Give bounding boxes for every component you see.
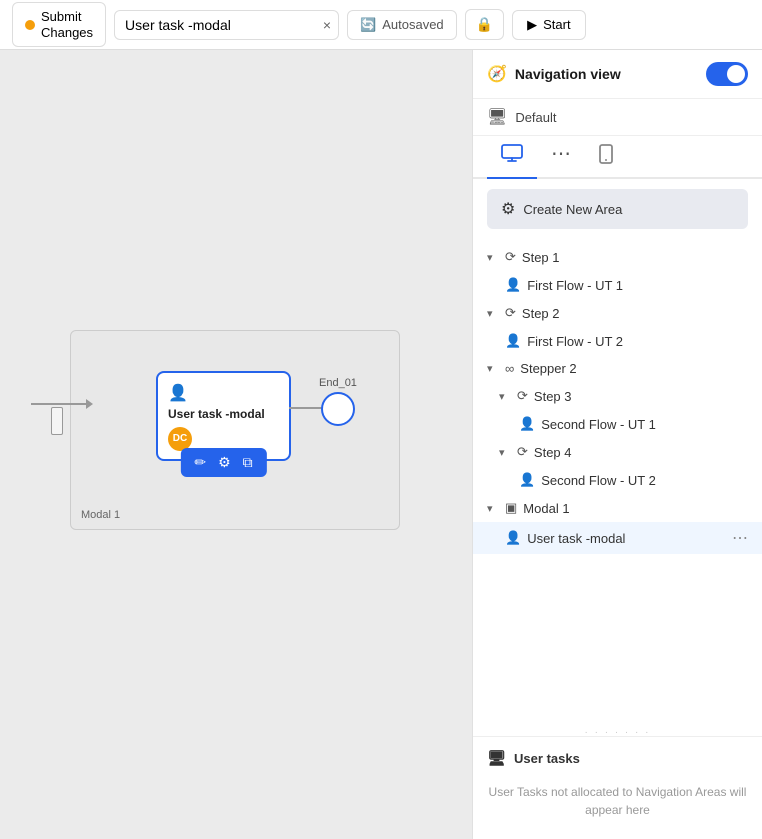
chevron-icon: ▾	[499, 446, 511, 459]
nav-tree: ▾ ⟳ Step 1 👤 First Flow - UT 1 ▾ ⟳ Step …	[473, 239, 762, 728]
tree-item-modal1[interactable]: ▾ ▣ Modal 1	[473, 494, 762, 522]
modal-label: Modal 1	[81, 509, 120, 521]
task-node[interactable]: 👤 User task -modal DC ✏ ⚙ ⧉	[156, 371, 291, 461]
modal-icon: ▣	[505, 500, 517, 516]
left-connector	[51, 407, 71, 435]
arrow-left	[31, 399, 93, 409]
step-icon: ⟳	[517, 388, 528, 404]
tree-item-step3[interactable]: ▾ ⟳ Step 3	[473, 382, 762, 410]
tree-item-flow-ut1[interactable]: 👤 First Flow - UT 1	[473, 271, 762, 299]
user-tasks-section: 🖥 User tasks User Tasks not allocated to…	[473, 736, 762, 839]
item-label: First Flow - UT 2	[527, 334, 748, 349]
item-label: Step 2	[522, 306, 748, 321]
stepper-icon: ∞	[505, 361, 514, 376]
user-icon: 👤	[505, 277, 521, 293]
user-icon: 👤	[505, 333, 521, 349]
right-panel: 🧭 Navigation view 🖥 Default ⋯ ⚙ Crea	[472, 50, 762, 839]
connector-rect	[51, 407, 63, 435]
view-tabs: ⋯	[473, 136, 762, 179]
user-tasks-label: User tasks	[514, 751, 580, 766]
start-play-icon: ▶	[527, 17, 537, 33]
tab-mobile[interactable]	[585, 136, 627, 179]
task-node-toolbar: ✏ ⚙ ⧉	[180, 448, 266, 477]
main-area: Modal 1 👤 User task -modal DC	[0, 50, 762, 839]
start-button[interactable]: ▶ Start	[512, 10, 585, 40]
user-icon: 👤	[505, 530, 521, 546]
autosaved-button[interactable]: 🔄 Autosaved	[347, 10, 457, 40]
tree-item-flow-ut2[interactable]: 👤 First Flow - UT 2	[473, 327, 762, 355]
chevron-icon: ▾	[487, 502, 499, 515]
item-label: Step 1	[522, 250, 748, 265]
modal-bounding-box: Modal 1 👤 User task -modal DC	[70, 330, 400, 530]
user-tasks-empty: User Tasks not allocated to Navigation A…	[487, 775, 748, 827]
step-icon: ⟳	[505, 305, 516, 321]
diagram-container: Modal 1 👤 User task -modal DC	[20, 110, 462, 819]
more-icon[interactable]: ⋯	[732, 528, 748, 548]
autosave-icon: 🔄	[360, 17, 376, 33]
nav-view-icon: 🧭	[487, 64, 507, 84]
default-label: Default	[515, 110, 556, 125]
edit-task-button[interactable]: ✏	[188, 452, 212, 473]
tree-item-stepper2[interactable]: ▾ ∞ Stepper 2	[473, 355, 762, 382]
task-node-header: 👤	[168, 383, 279, 403]
tree-item-user-task-modal[interactable]: 👤 User task -modal ⋯	[473, 522, 762, 554]
submit-dot	[25, 20, 35, 30]
item-label: Step 3	[534, 389, 748, 404]
submit-label: Submit Changes	[41, 9, 93, 40]
tree-item-second-flow-ut1[interactable]: 👤 Second Flow - UT 1	[473, 410, 762, 438]
step-icon: ⟳	[505, 249, 516, 265]
tree-item-step4[interactable]: ▾ ⟳ Step 4	[473, 438, 762, 466]
autosaved-label: Autosaved	[382, 17, 443, 32]
toolbar: Submit Changes × 🔄 Autosaved 🔒 ▶ Start	[0, 0, 762, 50]
nav-toggle-switch[interactable]	[706, 62, 748, 86]
title-input[interactable]	[114, 10, 339, 40]
item-label: Second Flow - UT 2	[541, 473, 748, 488]
tab-more[interactable]: ⋯	[537, 136, 585, 179]
item-label: First Flow - UT 1	[527, 278, 748, 293]
panel-title: Navigation view	[515, 66, 621, 82]
title-wrapper: ×	[114, 10, 339, 40]
user-task-icon: 👤	[168, 383, 188, 403]
drag-separator[interactable]: · · · · · · ·	[473, 728, 762, 736]
item-label: Step 4	[534, 445, 748, 460]
end-node: End_01	[319, 377, 357, 426]
step-icon: ⟳	[517, 444, 528, 460]
user-icon: 👤	[519, 472, 535, 488]
chevron-icon: ▾	[487, 251, 499, 264]
clear-title-button[interactable]: ×	[323, 18, 331, 32]
tree-item-step2[interactable]: ▾ ⟳ Step 2	[473, 299, 762, 327]
user-tasks-header: 🖥 User tasks	[487, 749, 748, 767]
item-label: User task -modal	[527, 531, 726, 546]
item-label: Stepper 2	[520, 361, 748, 376]
item-label: Second Flow - UT 1	[541, 417, 748, 432]
tab-desktop[interactable]	[487, 136, 537, 179]
default-row: 🖥 Default	[473, 99, 762, 136]
create-area-button[interactable]: ⚙ Create New Area	[487, 189, 748, 229]
lock-button[interactable]: 🔒	[465, 9, 504, 40]
create-area-label: Create New Area	[523, 202, 622, 217]
chevron-icon: ▾	[487, 362, 499, 375]
start-label: Start	[543, 17, 570, 32]
copy-task-button[interactable]: ⧉	[237, 452, 259, 473]
submit-button[interactable]: Submit Changes	[12, 2, 106, 47]
user-icon: 👤	[519, 416, 535, 432]
settings-task-button[interactable]: ⚙	[212, 452, 237, 473]
create-area-icon: ⚙	[501, 199, 515, 219]
end-label: End_01	[319, 377, 357, 389]
tree-item-step1[interactable]: ▾ ⟳ Step 1	[473, 243, 762, 271]
panel-title-row: 🧭 Navigation view	[487, 64, 621, 84]
lock-icon: 🔒	[476, 16, 493, 32]
item-label: Modal 1	[523, 501, 748, 516]
default-icon: 🖥	[487, 107, 507, 127]
canvas[interactable]: Modal 1 👤 User task -modal DC	[0, 50, 472, 839]
end-circle	[321, 392, 355, 426]
chevron-icon: ▾	[487, 307, 499, 320]
tree-item-second-flow-ut2[interactable]: 👤 Second Flow - UT 2	[473, 466, 762, 494]
panel-header: 🧭 Navigation view	[473, 50, 762, 99]
chevron-icon: ▾	[499, 390, 511, 403]
user-tasks-icon: 🖥	[487, 749, 506, 767]
task-node-title: User task -modal	[168, 407, 279, 423]
